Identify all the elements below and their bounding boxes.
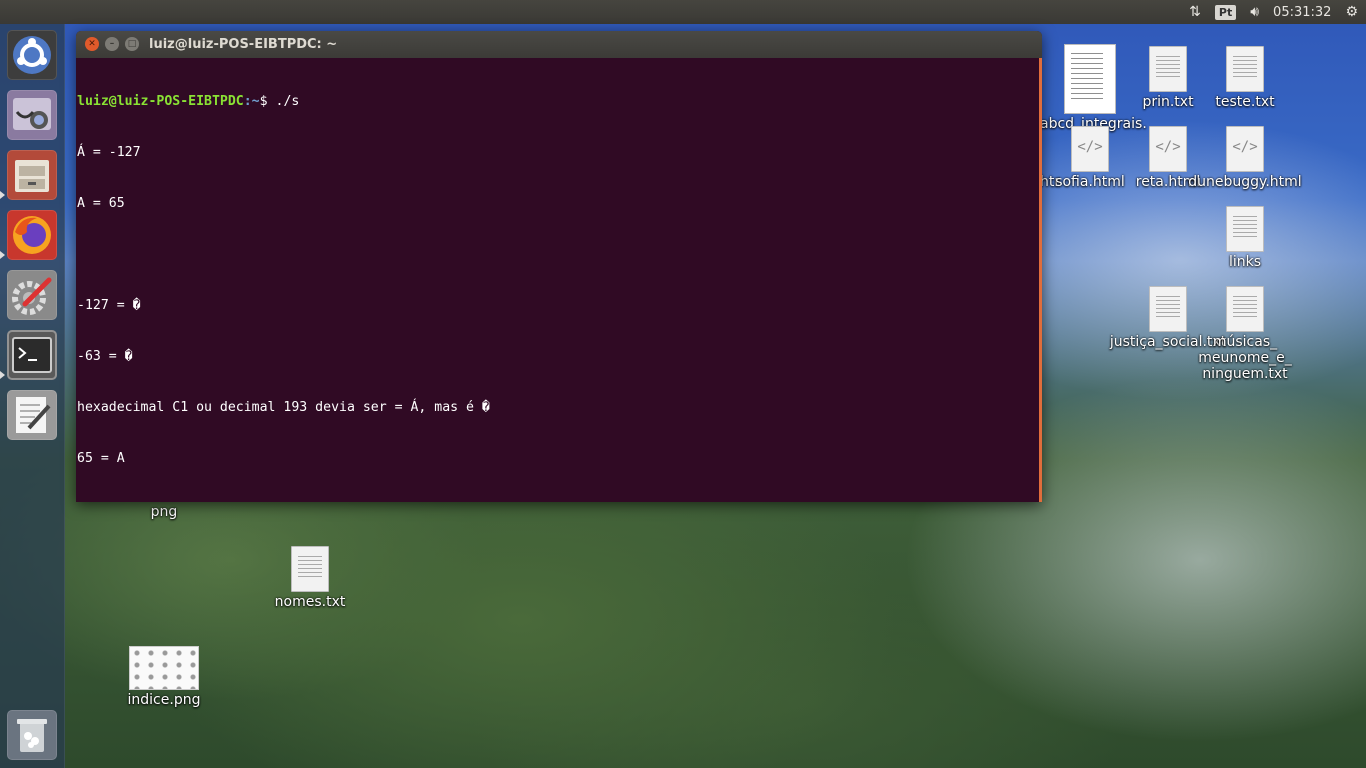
- trash-icon: [17, 719, 47, 752]
- running-indicator: [0, 371, 5, 379]
- desktop-icon-label: dunebuggy.html: [1188, 174, 1302, 190]
- html-file-icon: </>: [1149, 126, 1187, 172]
- desktop-icon-dunebuggy[interactable]: </> dunebuggy.html: [1185, 126, 1305, 190]
- system-tray: ⇅ Pt 🔊︎ 05:31:32 ⚙: [1189, 0, 1358, 24]
- text-file-icon: [1226, 46, 1264, 92]
- clock[interactable]: 05:31:32: [1273, 5, 1331, 20]
- text-file-icon: [1149, 286, 1187, 332]
- firefox-icon: [13, 216, 51, 254]
- top-panel: ⇅ Pt 🔊︎ 05:31:32 ⚙: [0, 0, 1366, 24]
- minimize-icon[interactable]: –: [105, 37, 119, 51]
- desktop-icon-teste[interactable]: teste.txt: [1205, 46, 1285, 110]
- wrench-gear-icon: [12, 277, 52, 315]
- keyboard-layout-indicator[interactable]: Pt: [1214, 4, 1237, 20]
- desktop-icon-label: teste.txt: [1215, 94, 1275, 110]
- terminal-command: ./s: [275, 94, 300, 109]
- terminal-icon: [12, 337, 52, 373]
- launcher-files[interactable]: [7, 150, 57, 200]
- desktop-icon-indice[interactable]: indice.png: [120, 646, 208, 708]
- desktop-icon-label: ninguem.txt: [1202, 366, 1288, 382]
- terminal-output-line: A = 65: [77, 196, 125, 211]
- window-edge-highlight: [1039, 58, 1042, 502]
- html-file-icon: </>: [1226, 126, 1264, 172]
- terminal-output-line: -127 = �: [77, 298, 141, 313]
- launcher: [0, 24, 65, 768]
- window-titlebar[interactable]: ✕ – □ luiz@luiz-POS-EIBTPDC: ~: [76, 31, 1042, 58]
- terminal-output-line: Á = -127: [77, 145, 141, 160]
- terminal-output-line: 65 = A: [77, 451, 125, 466]
- ubuntu-logo-icon: [13, 36, 51, 74]
- text-file-icon: [1149, 46, 1187, 92]
- desktop-icon-links[interactable]: links: [1205, 206, 1285, 270]
- desktop-icon-sofia[interactable]: </> sofia.html: [1050, 126, 1130, 190]
- text-editor-icon: [16, 397, 51, 433]
- launcher-terminal[interactable]: [7, 330, 57, 380]
- running-indicator: [0, 191, 5, 199]
- terminal-output[interactable]: luiz@luiz-POS-EIBTPDC:~$ ./s Á = -127 A …: [77, 59, 1042, 502]
- text-file-icon: [1226, 286, 1264, 332]
- desktop-icon-label: links: [1228, 254, 1262, 270]
- html-file-icon: </>: [1071, 126, 1109, 172]
- terminal-output-line: hexadecimal C1 ou decimal 193 devia ser …: [77, 400, 490, 415]
- desktop-icon-musicas[interactable]: músicas_ meunome_e_ ninguem.txt: [1195, 286, 1295, 382]
- terminal-output-line: -63 = �: [77, 349, 133, 364]
- power-gear-icon[interactable]: ⚙: [1345, 0, 1358, 24]
- network-transfer-icon[interactable]: ⇅: [1189, 0, 1201, 24]
- desktop-icon-label: músicas_: [1212, 334, 1278, 350]
- webcam-icon: [13, 98, 51, 130]
- close-icon[interactable]: ✕: [85, 37, 99, 51]
- desktop-icon-label: nomes.txt: [274, 594, 346, 610]
- desktop-icon-label: sofia.html: [1055, 174, 1125, 190]
- desktop-icon-label: indice.png: [127, 692, 201, 708]
- text-file-icon: [291, 546, 329, 592]
- window-title: luiz@luiz-POS-EIBTPDC: ~: [149, 37, 338, 52]
- pdf-file-icon: [1064, 44, 1116, 114]
- desktop-icon-partial-png[interactable]: png: [134, 504, 194, 520]
- desktop-icon-nomes[interactable]: nomes.txt: [270, 546, 350, 610]
- text-file-icon: [1226, 206, 1264, 252]
- launcher-system-settings[interactable]: [7, 270, 57, 320]
- desktop-icon-label: prin.txt: [1142, 94, 1194, 110]
- launcher-cheese[interactable]: [7, 90, 57, 140]
- file-cabinet-icon: [15, 160, 49, 192]
- terminal-command-line: luiz@luiz-POS-EIBTPDC:~$ ./s: [77, 94, 300, 109]
- running-indicator: [0, 251, 5, 259]
- launcher-firefox[interactable]: [7, 210, 57, 260]
- launcher-trash[interactable]: [7, 710, 57, 760]
- desktop-icon-label: png: [150, 504, 178, 520]
- volume-icon[interactable]: 🔊︎: [1250, 0, 1259, 24]
- launcher-text-editor[interactable]: [7, 390, 57, 440]
- launcher-dash-home[interactable]: [7, 30, 57, 80]
- desktop-icon-prin[interactable]: prin.txt: [1128, 46, 1208, 110]
- terminal-window[interactable]: ✕ – □ luiz@luiz-POS-EIBTPDC: ~ luiz@luiz…: [76, 31, 1042, 502]
- maximize-icon[interactable]: □: [125, 37, 139, 51]
- desktop-icon-label: meunome_e_: [1198, 350, 1292, 366]
- image-file-icon: [129, 646, 199, 690]
